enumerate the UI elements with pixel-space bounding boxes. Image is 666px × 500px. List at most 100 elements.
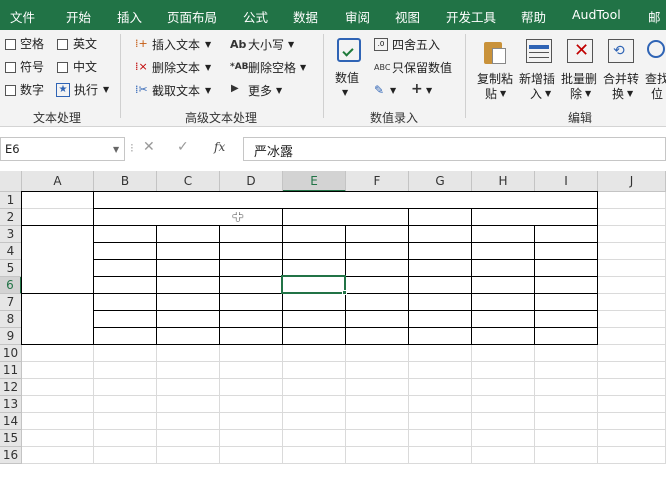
name-cell[interactable]: [94, 277, 157, 294]
row-header-12[interactable]: 12: [0, 379, 22, 396]
find-locate-button[interactable]: 查找: [645, 72, 666, 86]
name-cell[interactable]: [220, 243, 283, 260]
name-cell[interactable]: [535, 328, 598, 345]
zone-b-cell[interactable]: [22, 294, 94, 345]
tab-mail[interactable]: 邮: [648, 7, 661, 26]
extract-text-button[interactable]: 截取文本: [152, 84, 200, 98]
english-checkbox[interactable]: [57, 39, 68, 50]
name-cell[interactable]: [409, 260, 472, 277]
row-header-6[interactable]: 6: [0, 277, 22, 294]
name-cell[interactable]: [94, 328, 157, 345]
group-number-cell[interactable]: [94, 209, 283, 226]
name-cell[interactable]: [472, 294, 535, 311]
name-cell[interactable]: [157, 226, 220, 243]
column-header-d[interactable]: D: [220, 171, 283, 192]
column-header-e[interactable]: E: [283, 171, 346, 192]
row-header-1[interactable]: 1: [0, 192, 22, 209]
row-header-7[interactable]: 7: [0, 294, 22, 311]
chinese-checkbox[interactable]: [57, 62, 68, 73]
row-header-2[interactable]: 2: [0, 209, 22, 226]
name-cell[interactable]: [94, 226, 157, 243]
name-cell[interactable]: [220, 328, 283, 345]
tab-insert[interactable]: 插入: [117, 7, 142, 26]
sheet-title-cell[interactable]: [94, 192, 598, 209]
name-cell[interactable]: [346, 277, 409, 294]
name-cell[interactable]: [472, 311, 535, 328]
tab-audtool[interactable]: AudTool: [572, 7, 621, 22]
name-cell[interactable]: [346, 328, 409, 345]
name-cell[interactable]: [535, 294, 598, 311]
tab-data[interactable]: 数据: [293, 7, 318, 26]
select-all-corner[interactable]: [0, 171, 22, 192]
name-cell[interactable]: [157, 311, 220, 328]
name-cell[interactable]: [346, 311, 409, 328]
delete-text-button[interactable]: 删除文本: [152, 61, 200, 75]
name-cell[interactable]: [409, 277, 472, 294]
tab-home[interactable]: 开始: [66, 7, 91, 26]
name-cell[interactable]: [157, 243, 220, 260]
name-cell[interactable]: [472, 243, 535, 260]
tab-page-layout[interactable]: 页面布局: [167, 7, 217, 26]
survey-label-cell[interactable]: [22, 209, 94, 226]
name-cell[interactable]: [472, 328, 535, 345]
number-checkbox[interactable]: [5, 85, 16, 96]
round-button[interactable]: 四舍五入: [392, 38, 440, 52]
row-header-10[interactable]: 10: [0, 345, 22, 362]
execute-button[interactable]: 执行: [74, 83, 98, 97]
tab-developer[interactable]: 开发工具: [446, 7, 496, 26]
tab-formulas[interactable]: 公式: [243, 7, 268, 26]
insert-new-button[interactable]: 新增插: [519, 72, 555, 86]
name-cell[interactable]: [409, 294, 472, 311]
name-cell[interactable]: [157, 277, 220, 294]
tab-file[interactable]: 文件: [10, 7, 35, 26]
name-cell[interactable]: [472, 226, 535, 243]
name-cell[interactable]: [94, 294, 157, 311]
fill-handle[interactable]: [342, 290, 347, 295]
name-cell[interactable]: [535, 226, 598, 243]
name-cell[interactable]: [472, 260, 535, 277]
name-cell[interactable]: [220, 260, 283, 277]
name-cell[interactable]: [283, 243, 346, 260]
name-cell[interactable]: [94, 243, 157, 260]
plus-icon[interactable]: +: [411, 81, 423, 97]
name-cell[interactable]: [283, 226, 346, 243]
row-header-4[interactable]: 4: [0, 243, 22, 260]
row-header-14[interactable]: 14: [0, 413, 22, 430]
keep-value-button[interactable]: 只保留数值: [392, 61, 452, 75]
column-header-c[interactable]: C: [157, 171, 220, 192]
name-cell[interactable]: [220, 226, 283, 243]
name-cell[interactable]: [346, 260, 409, 277]
column-header-g[interactable]: G: [409, 171, 472, 192]
name-cell[interactable]: [346, 294, 409, 311]
name-cell[interactable]: [283, 328, 346, 345]
row-header-11[interactable]: 11: [0, 362, 22, 379]
copy-paste-button[interactable]: 复制粘: [477, 72, 513, 86]
row-header-8[interactable]: 8: [0, 311, 22, 328]
name-cell[interactable]: [409, 226, 472, 243]
name-cell[interactable]: [535, 243, 598, 260]
cancel-icon[interactable]: ✕: [143, 140, 155, 154]
insert-text-button[interactable]: 插入文本: [152, 38, 200, 52]
name-cell[interactable]: [535, 277, 598, 294]
name-cell[interactable]: [283, 294, 346, 311]
name-cell[interactable]: [535, 311, 598, 328]
name-cell[interactable]: [346, 243, 409, 260]
merge-convert-button[interactable]: 合并转: [603, 72, 639, 86]
batch-delete-button[interactable]: 批量删: [561, 72, 597, 86]
zone-a-cell[interactable]: [22, 226, 94, 294]
row-header-5[interactable]: 5: [0, 260, 22, 277]
group-number-cell[interactable]: [472, 209, 598, 226]
row-header-15[interactable]: 15: [0, 430, 22, 447]
tab-help[interactable]: 帮助: [521, 7, 546, 26]
insert-function-button[interactable]: fx: [214, 140, 225, 154]
column-header-j[interactable]: J: [598, 171, 666, 192]
name-cell[interactable]: [94, 260, 157, 277]
column-header-a[interactable]: A: [22, 171, 94, 192]
name-cell[interactable]: [157, 260, 220, 277]
column-header-f[interactable]: F: [346, 171, 409, 192]
group-number-cell[interactable]: [283, 209, 409, 226]
formula-input[interactable]: 严冰露: [243, 137, 666, 161]
name-cell[interactable]: [220, 277, 283, 294]
number-button[interactable]: 数值: [335, 71, 359, 85]
space-checkbox[interactable]: [5, 39, 16, 50]
